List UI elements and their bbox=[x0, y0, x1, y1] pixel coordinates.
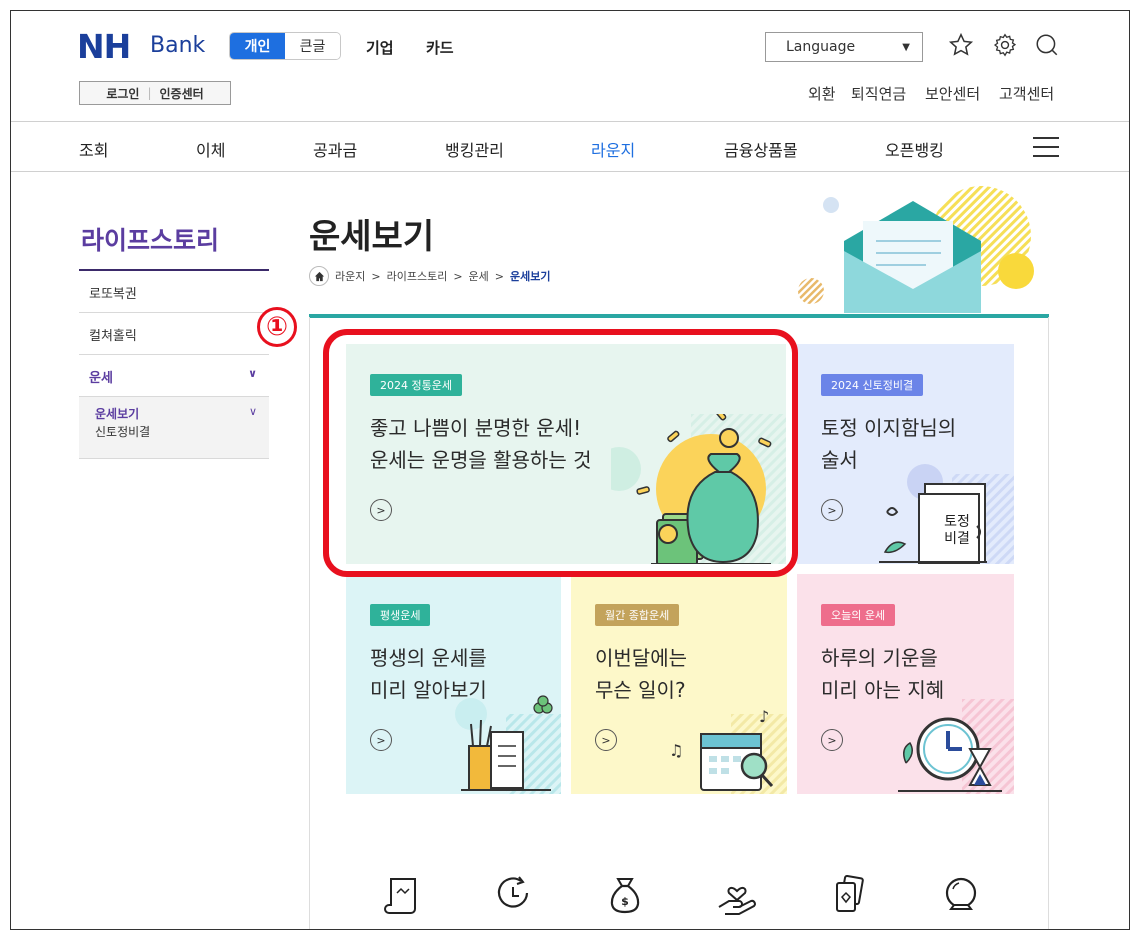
gnb-item-open-banking[interactable]: 오픈뱅킹 bbox=[885, 137, 944, 161]
login-box: 로그인 | 인증센터 bbox=[79, 81, 231, 105]
fortune-card-daily[interactable]: 오늘의 운세 하루의 기운을 미리 아는 지혜 > bbox=[797, 574, 1014, 794]
sidebar-item-lotto[interactable]: 로또복권 bbox=[79, 271, 269, 313]
fortune-card-tojeong[interactable]: 2024 신토정비결 토정 이지함님의 술서 > 토정 비결 bbox=[797, 344, 1014, 564]
sidebar-item-fortune[interactable]: 운세 ∨ bbox=[79, 355, 269, 397]
card-link[interactable]: 카드 bbox=[426, 37, 454, 58]
gnb-item-utility-bills[interactable]: 공과금 bbox=[313, 137, 357, 161]
gnb-item-inquiry[interactable]: 조회 bbox=[79, 137, 108, 161]
crystal-ball-icon[interactable] bbox=[937, 871, 985, 919]
star-icon[interactable] bbox=[947, 31, 975, 59]
security-center-link[interactable]: 보안센터 bbox=[925, 83, 980, 104]
breadcrumb-separator: > bbox=[453, 269, 463, 283]
refresh-clock-icon[interactable] bbox=[489, 871, 537, 919]
sidebar-subitem-tojeong[interactable]: 신토정비결 bbox=[95, 423, 150, 441]
svg-text:♫: ♫ bbox=[669, 741, 683, 760]
personal-mode-button[interactable]: 개인 bbox=[230, 33, 285, 59]
heart-hand-icon[interactable] bbox=[713, 871, 761, 919]
breadcrumb-item[interactable]: 운세 bbox=[469, 268, 489, 284]
forex-link[interactable]: 외환 bbox=[808, 83, 836, 104]
envelope-illustration bbox=[798, 186, 1034, 313]
card-description: 이번달에는 무슨 일이? bbox=[595, 646, 687, 702]
gear-icon[interactable] bbox=[991, 31, 1019, 59]
search-icon[interactable] bbox=[1033, 31, 1061, 59]
chevron-right-icon[interactable]: > bbox=[821, 729, 843, 751]
sidebar-item-culture[interactable]: 컬쳐홀릭 bbox=[79, 313, 269, 355]
gnb-item-transfer[interactable]: 이체 bbox=[196, 137, 225, 161]
gnb-item-banking-management[interactable]: 뱅킹관리 bbox=[445, 137, 504, 161]
card-description: 하루의 기운을 미리 아는 지혜 bbox=[821, 646, 945, 702]
mode-toggle: 개인 큰글 bbox=[229, 32, 341, 60]
cards-icon[interactable] bbox=[825, 871, 873, 919]
chevron-down-icon: ∨ bbox=[248, 367, 257, 380]
sidebar-item-label: 운세 bbox=[89, 371, 113, 386]
chevron-right-icon[interactable]: > bbox=[821, 499, 843, 521]
chevron-right-icon[interactable]: > bbox=[370, 729, 392, 751]
divider bbox=[11, 171, 1129, 172]
breadcrumb-item[interactable]: 라이프스토리 bbox=[387, 268, 448, 284]
breadcrumb-item[interactable]: 라운지 bbox=[335, 268, 365, 284]
page-frame: NH Bank 개인 큰글 기업 카드 로그인 | 인증센터 Language … bbox=[10, 10, 1130, 930]
breadcrumb-separator: > bbox=[371, 269, 381, 283]
divider: | bbox=[147, 86, 152, 100]
card-badge: 월간 종합운세 bbox=[595, 604, 680, 626]
customer-center-link[interactable]: 고객센터 bbox=[999, 83, 1054, 104]
fortune-card-lifetime[interactable]: 평생운세 평생의 운세를 미리 알아보기 > bbox=[346, 574, 561, 794]
annotation-number: ① bbox=[257, 307, 297, 347]
sidebar-title: 라이프스토리 bbox=[81, 226, 220, 255]
breadcrumb-separator: > bbox=[494, 269, 505, 283]
login-link[interactable]: 로그인 bbox=[106, 85, 139, 102]
calendar-illustration: ♫ ♪ bbox=[669, 707, 787, 794]
business-link[interactable]: 기업 bbox=[366, 37, 394, 58]
breadcrumb: 라운지 > 라이프스토리 > 운세 > 운세보기 bbox=[309, 266, 551, 286]
svg-text:♪: ♪ bbox=[759, 707, 769, 726]
gnb-item-financial-products[interactable]: 금융상품몰 bbox=[724, 137, 798, 161]
svg-text:$: $ bbox=[621, 895, 629, 908]
card-badge: 2024 신토정비결 bbox=[821, 374, 924, 396]
dropdown-arrow-icon: ▼ bbox=[902, 41, 910, 53]
pencil-cup-illustration bbox=[455, 695, 561, 794]
divider bbox=[11, 121, 1129, 122]
book-label: 토정 비결 bbox=[944, 514, 970, 547]
nh-logo[interactable]: NH bbox=[77, 27, 131, 66]
language-select[interactable]: Language ▼ bbox=[765, 32, 923, 62]
fortune-card-monthly[interactable]: 월간 종합운세 이번달에는 무슨 일이? > ♫ ♪ bbox=[571, 574, 787, 794]
cert-center-link[interactable]: 인증센터 bbox=[160, 85, 204, 102]
highlight-box bbox=[323, 329, 798, 577]
card-badge: 오늘의 운세 bbox=[821, 604, 896, 626]
bank-logo-text[interactable]: Bank bbox=[150, 33, 205, 58]
home-icon[interactable] bbox=[309, 266, 329, 286]
gnb-item-lounge[interactable]: 라운지 bbox=[591, 137, 635, 161]
chevron-right-icon[interactable]: > bbox=[595, 729, 617, 751]
menu-icon[interactable] bbox=[1033, 137, 1059, 157]
money-bag-icon[interactable]: $ bbox=[601, 871, 649, 919]
card-badge: 평생운세 bbox=[370, 604, 431, 626]
pension-link[interactable]: 퇴직연금 bbox=[851, 83, 906, 104]
scroll-icon[interactable] bbox=[379, 871, 427, 919]
clock-illustration bbox=[898, 699, 1014, 794]
language-select-value: Language bbox=[786, 39, 856, 55]
sidebar-submenu: 운세보기 ∨ 신토정비결 bbox=[79, 397, 269, 459]
sidebar-subitem-fortune-view[interactable]: 운세보기 bbox=[95, 405, 139, 423]
breadcrumb-current: 운세보기 bbox=[510, 270, 551, 283]
page-title: 운세보기 bbox=[309, 217, 435, 257]
chevron-down-icon: ∨ bbox=[248, 405, 257, 418]
large-text-mode-button[interactable]: 큰글 bbox=[285, 33, 340, 59]
